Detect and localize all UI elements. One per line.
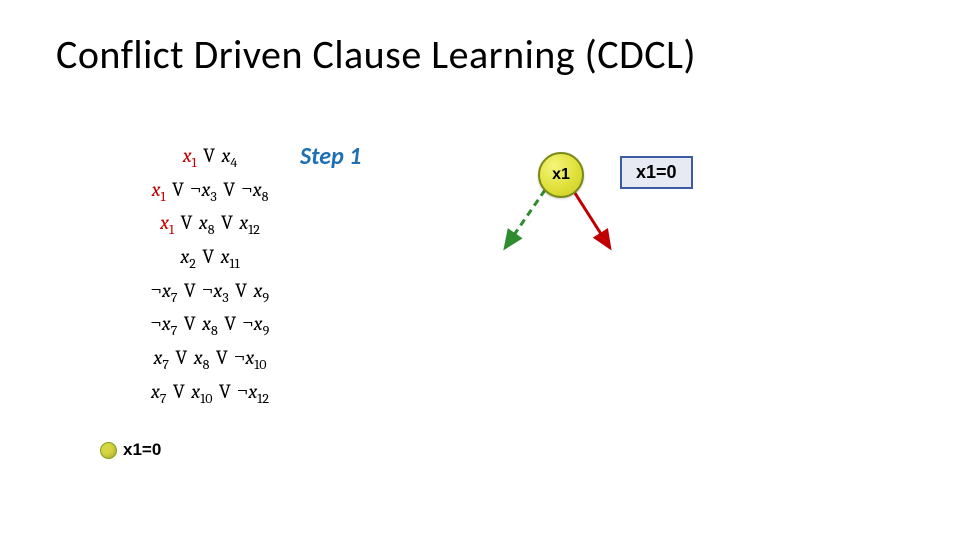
disjunction-glyph: V — [218, 312, 243, 335]
true-branch-arrow — [573, 190, 610, 248]
assignment-box-label: x1=0 — [636, 162, 677, 182]
decision-tree-diagram: x1 x1=0 — [480, 140, 800, 300]
clause-row: x7 V x10 V ¬x12 — [100, 376, 320, 410]
literal: ¬x9 — [243, 312, 270, 335]
literal: x8 — [202, 312, 218, 335]
slide-title: Conflict Driven Clause Learning (CDCL) — [56, 30, 696, 79]
clause-row: x7 V x8 V ¬x10 — [100, 342, 320, 376]
disjunction-glyph: V — [169, 346, 194, 369]
disjunction-glyph: V — [174, 211, 199, 234]
clause-row: x1 V x4 — [100, 140, 320, 174]
literal: x9 — [254, 279, 270, 302]
legend-label: x1=0 — [123, 440, 161, 460]
literal: ¬x12 — [237, 380, 269, 403]
disjunction-glyph: V — [213, 380, 238, 403]
literal: x8 — [194, 346, 210, 369]
decision-node-label: x1 — [552, 166, 570, 184]
literal: ¬x3 — [190, 178, 216, 201]
disjunction-glyph: V — [177, 279, 202, 302]
false-branch-arrow — [505, 190, 545, 248]
clause-row: ¬x7 V x8 V ¬x9 — [100, 308, 320, 342]
literal: x1 — [160, 211, 174, 234]
literal: ¬x10 — [234, 346, 266, 369]
legend-dot-icon — [100, 442, 117, 459]
literal: x8 — [199, 211, 215, 234]
legend: x1=0 — [100, 440, 161, 460]
clause-list: x1 V x4x1 V ¬x3 V ¬x8x1 V x8 V x12x2 V x… — [100, 140, 320, 410]
disjunction-glyph: V — [209, 346, 234, 369]
assignment-box: x1=0 — [620, 156, 693, 189]
literal: x4 — [221, 144, 237, 167]
literal: x7 — [151, 380, 167, 403]
literal: ¬x8 — [242, 178, 269, 201]
disjunction-glyph: V — [196, 245, 221, 268]
disjunction-glyph: V — [197, 144, 222, 167]
literal: x12 — [239, 211, 260, 234]
disjunction-glyph: V — [217, 178, 242, 201]
clause-row: ¬x7 V ¬x3 V x9 — [100, 275, 320, 309]
disjunction-glyph: V — [177, 312, 202, 335]
literal: x10 — [191, 380, 212, 403]
disjunction-glyph: V — [167, 380, 192, 403]
clause-row: x2 V x11 — [100, 241, 320, 275]
disjunction-glyph: V — [229, 279, 254, 302]
literal: ¬x7 — [151, 279, 178, 302]
decision-node-x1: x1 — [538, 152, 584, 198]
literal: x1 — [183, 144, 197, 167]
literal: x11 — [221, 245, 240, 268]
literal: ¬x3 — [202, 279, 228, 302]
disjunction-glyph: V — [215, 211, 240, 234]
clause-row: x1 V ¬x3 V ¬x8 — [100, 174, 320, 208]
literal: x1 — [152, 178, 166, 201]
literal: ¬x7 — [151, 312, 178, 335]
clause-row: x1 V x8 V x12 — [100, 207, 320, 241]
literal: x2 — [180, 245, 196, 268]
step-label: Step 1 — [300, 142, 361, 171]
literal: x7 — [153, 346, 169, 369]
disjunction-glyph: V — [166, 178, 191, 201]
